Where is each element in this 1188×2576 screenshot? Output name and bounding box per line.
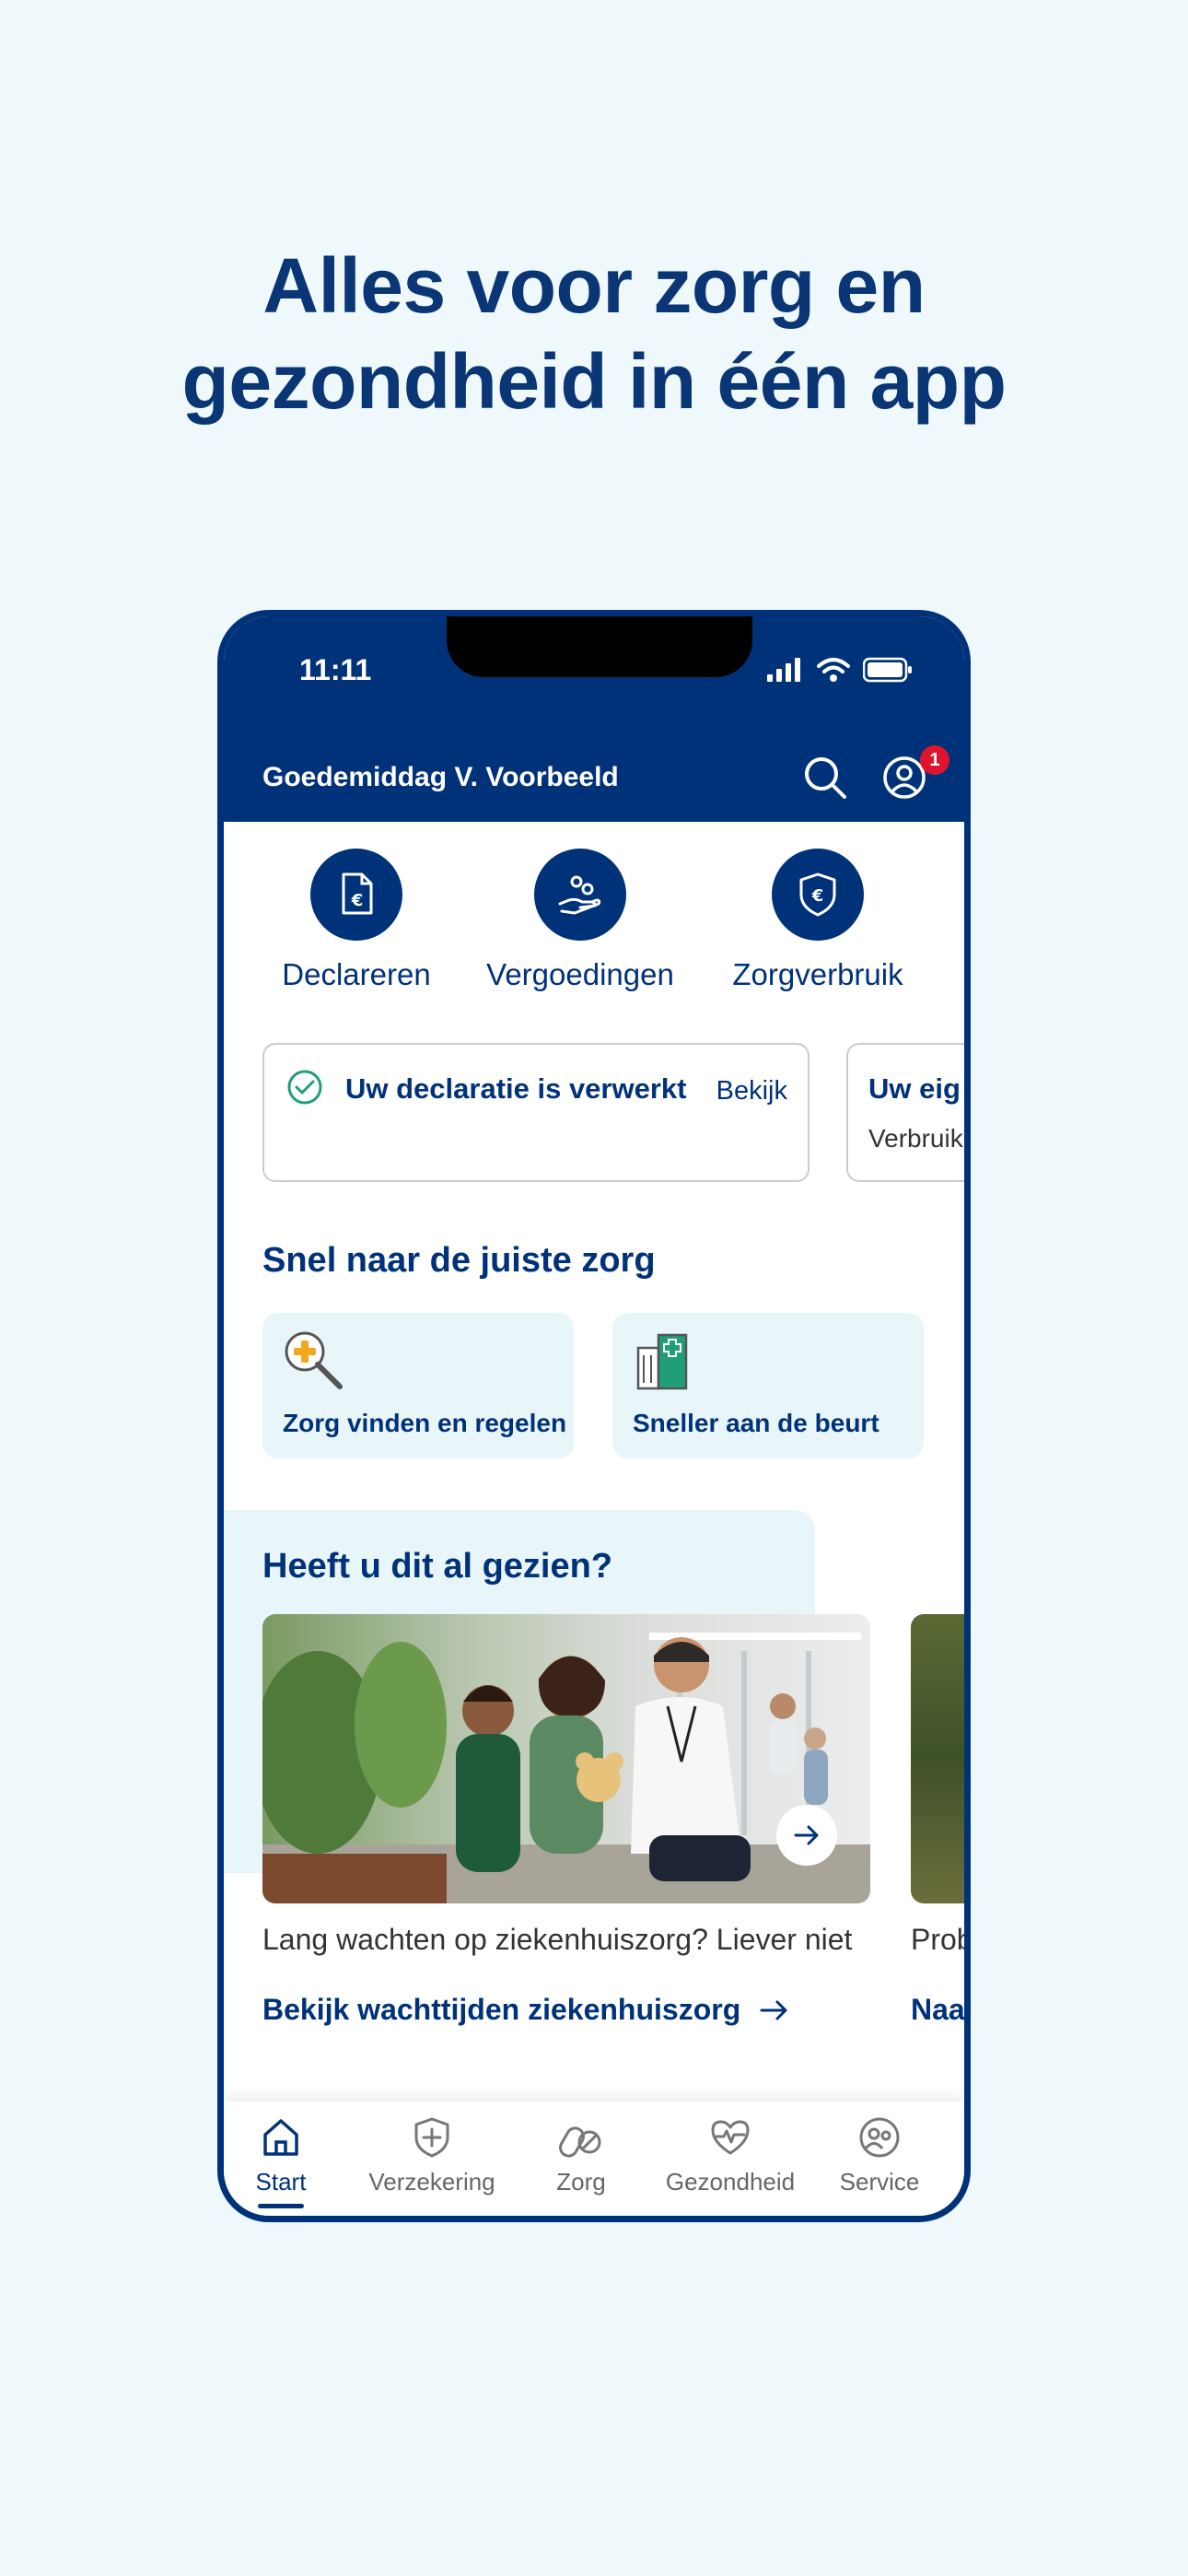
nav-label: Zorg <box>556 2168 606 2195</box>
nav-service[interactable]: Service <box>806 2114 953 2196</box>
headline-line-2: gezondheid in één app <box>181 338 1007 425</box>
article-text: Lang wachten op ziekenhuiszorg? Liever n… <box>262 1923 853 1956</box>
article-arrow-button[interactable] <box>776 1805 837 1866</box>
svg-text:€: € <box>811 886 824 906</box>
hospital-icon <box>636 1333 688 1390</box>
check-circle-icon <box>287 1070 322 1105</box>
headline-line-1: Alles voor zorg en <box>262 242 926 329</box>
quick-action-circle: € <box>772 849 864 941</box>
euro-shield-icon: € <box>799 872 836 917</box>
article-photo-hospital[interactable] <box>262 1614 870 1903</box>
nav-verzekering[interactable]: Verzekering <box>358 2114 506 2196</box>
article-photo-2[interactable] <box>911 1614 964 1903</box>
wifi-icon <box>817 658 850 682</box>
quick-action-vergoedingen[interactable]: Vergoedingen <box>460 849 700 992</box>
nav-label: Start <box>255 2168 307 2195</box>
quick-action-declareren[interactable]: € Declareren <box>237 849 476 992</box>
status-icons <box>767 657 913 683</box>
quick-action-label: Zorgverbruik <box>732 957 903 991</box>
tile-sneller-aan-de-beurt[interactable]: Sneller aan de beurt <box>612 1313 924 1458</box>
quick-care-title: Snel naar de juiste zorg <box>262 1241 656 1280</box>
nav-start[interactable]: Start <box>224 2114 355 2208</box>
nav-label: Gezondheid <box>665 2168 796 2195</box>
card-subtitle: Verbruik <box>868 1124 963 1153</box>
arrow-right-icon <box>794 1825 819 1845</box>
nav-label: Service <box>839 2168 920 2195</box>
arrow-right-icon <box>760 2000 787 2020</box>
pills-icon <box>559 2126 601 2158</box>
battery-icon <box>863 657 912 683</box>
status-time: 11:11 <box>299 653 372 686</box>
tile-label: Sneller aan de beurt <box>633 1409 879 1437</box>
bottom-navigation: Start Verzekering Zorg Gezondheid Servic… <box>224 2102 964 2216</box>
quick-action-label: Vergoedingen <box>486 957 674 991</box>
bekijk-link[interactable]: Bekijk <box>716 1076 787 1107</box>
declaration-card[interactable]: Uw declaratie is verwerkt Bekijk <box>262 1043 809 1182</box>
article-link[interactable]: Bekijk wachttijden ziekenhuiszorg <box>262 1993 790 2027</box>
seen-title: Heeft u dit al gezien? <box>262 1547 613 1586</box>
app-header: 11:11 Goedemiddag V. Voorbeeld 1 <box>224 616 964 822</box>
quick-action-zorgverbruik[interactable]: € Zorgverbruik <box>698 849 938 992</box>
nav-gezondheid[interactable]: Gezondheid <box>657 2114 804 2196</box>
headline: Alles voor zorg en gezondheid in één app <box>0 238 1188 429</box>
signal-icon <box>767 658 800 682</box>
svg-text:€: € <box>351 891 364 910</box>
tile-label: Zorg vinden en regelen <box>283 1409 567 1437</box>
phone-notch <box>447 616 752 677</box>
nav-label: Verzekering <box>368 2168 495 2195</box>
greeting: Goedemiddag V. Voorbeeld <box>262 762 619 792</box>
nav-zorg[interactable]: Zorg <box>507 2114 655 2196</box>
quick-action-circle: € <box>310 849 402 941</box>
article-link-label: Bekijk wachttijden ziekenhuiszorg <box>262 1993 741 2026</box>
people-chat-icon <box>859 2117 900 2158</box>
notification-badge: 1 <box>920 745 949 775</box>
hospital-scene-illustration <box>262 1614 870 1903</box>
article-text-2: Prob <box>911 1923 971 1956</box>
quick-action-circle <box>534 849 626 941</box>
active-indicator <box>258 2204 304 2208</box>
deductible-card[interactable]: Uw eig Verbruik <box>846 1043 964 1182</box>
euro-document-icon: € <box>342 872 373 915</box>
home-icon <box>263 2119 298 2156</box>
card-title: Uw declaratie is verwerkt <box>345 1072 687 1105</box>
shield-plus-icon <box>414 2117 449 2158</box>
quick-action-label: Declareren <box>282 957 431 991</box>
heart-pulse-icon <box>711 2120 750 2155</box>
tile-zorg-vinden[interactable]: Zorg vinden en regelen <box>262 1313 574 1458</box>
article-link-2[interactable]: Naa <box>911 1993 964 2027</box>
card-title: Uw eig <box>868 1072 961 1105</box>
magnifier-plus-icon <box>285 1331 343 1389</box>
hand-coins-icon <box>558 875 601 915</box>
phone-frame: 11:11 Goedemiddag V. Voorbeeld 1 € Decla… <box>217 610 971 2222</box>
search-icon[interactable] <box>800 753 850 802</box>
